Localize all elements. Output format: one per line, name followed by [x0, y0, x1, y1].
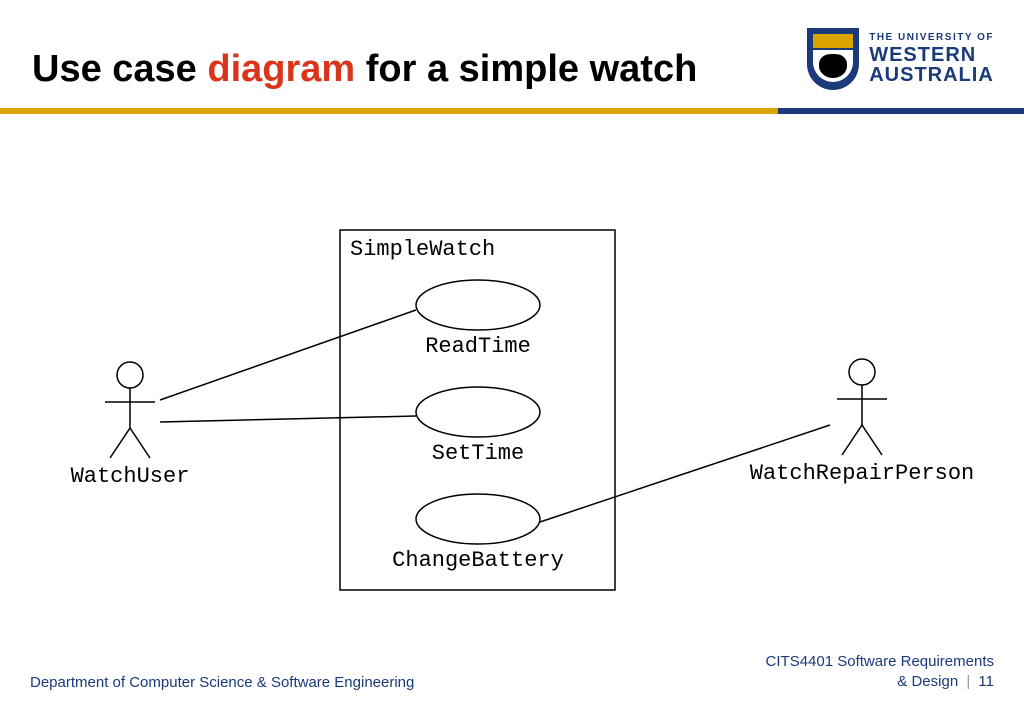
- system-boundary: [340, 230, 615, 590]
- actor-left-label: WatchUser: [71, 464, 190, 489]
- logo-text: THE UNIVERSITY OF WESTERN AUSTRALIA: [869, 33, 994, 85]
- usecase-changebattery: [416, 494, 540, 544]
- logo-line1: THE UNIVERSITY OF: [869, 33, 994, 43]
- slide: Use case diagram for a simple watch THE …: [0, 0, 1024, 709]
- footer-department: Department of Computer Science & Softwar…: [30, 674, 414, 691]
- crest-icon: [807, 28, 859, 90]
- divider-bar: [0, 108, 1024, 114]
- usecase-readtime: [416, 280, 540, 330]
- usecase-diagram: SimpleWatch ReadTime SetTime ChangeBatte…: [0, 150, 1024, 620]
- footer-course: CITS4401 Software Requirements: [766, 652, 994, 672]
- title-post: for a simple watch: [355, 48, 697, 90]
- actor-watchuser: [105, 362, 155, 458]
- assoc-user-readtime: [160, 310, 416, 400]
- footer-tail: & Design: [897, 673, 958, 690]
- uc3-label: ChangeBattery: [392, 548, 564, 573]
- actor-watchrepairperson: [837, 359, 887, 455]
- footer-course-block: CITS4401 Software Requirements & Design …: [766, 652, 994, 691]
- footer: Department of Computer Science & Softwar…: [30, 652, 994, 691]
- assoc-user-settime: [160, 416, 416, 422]
- uc1-label: ReadTime: [425, 334, 531, 359]
- footer-page-line: & Design | 11: [766, 672, 994, 692]
- actor-right-label: WatchRepairPerson: [750, 461, 974, 486]
- page-title: Use case diagram for a simple watch: [32, 48, 697, 91]
- uwa-logo: THE UNIVERSITY OF WESTERN AUSTRALIA: [807, 28, 994, 90]
- uc2-label: SetTime: [432, 441, 524, 466]
- page-number: 11: [978, 673, 994, 690]
- system-label: SimpleWatch: [350, 237, 495, 262]
- title-pre: Use case: [32, 48, 207, 90]
- title-highlight: diagram: [207, 48, 355, 90]
- logo-line2: WESTERN: [869, 45, 994, 65]
- usecase-settime: [416, 387, 540, 437]
- logo-line3: AUSTRALIA: [869, 65, 994, 85]
- separator-icon: |: [966, 673, 970, 690]
